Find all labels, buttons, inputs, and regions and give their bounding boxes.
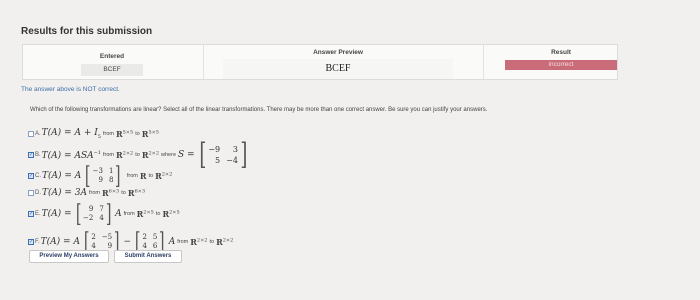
option-letter: E. — [35, 211, 41, 217]
option-d[interactable]: D. T(A) = 3A from R6×3 to R6×3 — [28, 188, 145, 198]
option-letter: F. — [35, 239, 40, 245]
matrix-cell: 2 — [142, 233, 147, 241]
option-a-checkbox[interactable] — [28, 130, 34, 137]
s-label: S = — [178, 150, 195, 160]
to-word: to — [209, 239, 215, 245]
domain-space: R6×3 — [102, 188, 120, 198]
to-word: to — [135, 152, 140, 158]
matrix-s: [ −9 3 5 −4 ] — [198, 137, 248, 172]
option-expression: T(A) = A — [42, 171, 82, 181]
preview-answers-button[interactable]: Preview My Answers — [29, 250, 109, 263]
results-table: Entered BCEF Answer Preview BCEF Result … — [22, 44, 618, 80]
entered-header: Entered — [99, 53, 125, 60]
domain-space: R — [139, 171, 147, 181]
option-e-checkbox[interactable]: ✓ — [28, 211, 34, 217]
option-letter: A. — [35, 130, 41, 137]
from-word: from — [89, 190, 101, 196]
matrix-cell: 2 — [91, 233, 96, 241]
from-word: from — [102, 130, 114, 137]
answer-preview-header: Answer Preview — [313, 49, 363, 56]
codomain-space: R5×5 — [141, 128, 159, 139]
matrix: [ −3 1 9 8 ] — [85, 162, 121, 190]
page-heading: Results for this submission — [21, 26, 153, 37]
matrix-cell: 9 — [98, 176, 103, 184]
matrix-cell: 5 — [152, 233, 158, 241]
matrix-cell: 8 — [109, 176, 114, 184]
to-word: to — [155, 211, 161, 217]
status-message: The answer above is NOT correct. — [21, 86, 120, 93]
to-word: to — [121, 190, 126, 196]
option-c-checkbox[interactable]: ✓ — [28, 173, 34, 179]
where-word: where — [161, 152, 177, 158]
option-tail: A — [168, 237, 176, 247]
table-divider — [203, 45, 204, 79]
domain-space: R2×5 — [136, 209, 154, 219]
matrix-cell: 7 — [99, 205, 104, 213]
result-header: Result — [551, 49, 571, 56]
option-c[interactable]: ✓ C. T(A) = A [ −3 1 9 8 ] from R to R2×… — [28, 164, 172, 188]
matrix-cell: −5 — [101, 233, 113, 241]
option-expression: T(A) = 3A — [42, 188, 88, 198]
entered-value: BCEF — [81, 64, 143, 76]
codomain-space: R6×3 — [127, 188, 146, 198]
codomain-space: R2×2 — [216, 237, 234, 247]
domain-space: R5×5 — [115, 128, 134, 139]
to-word: to — [135, 130, 140, 137]
from-word: from — [177, 239, 189, 245]
table-divider — [483, 45, 484, 79]
from-word: from — [103, 152, 114, 158]
answer-preview-value: BCEF — [223, 59, 453, 79]
question-text: Which of the following transformations a… — [30, 107, 488, 113]
codomain-space: R2×2 — [155, 171, 173, 181]
from-word: from — [123, 211, 135, 217]
option-expression: T(A) = A — [40, 237, 80, 247]
option-b-checkbox[interactable]: ✓ — [28, 152, 34, 158]
option-e[interactable]: ✓ E. T(A) = [ 9 7 −2 4 ] A from R2×5 to … — [28, 202, 180, 226]
option-expression: T(A) = A + I5 — [41, 128, 101, 140]
option-tail: A — [115, 209, 122, 219]
codomain-space: R2×5 — [162, 209, 180, 219]
submit-answers-button[interactable]: Submit Answers — [114, 250, 182, 263]
matrix-cell: 3 — [232, 145, 238, 154]
domain-space: R2×2 — [190, 237, 208, 247]
matrix-cell: −9 — [208, 145, 221, 154]
result-badge: incorrect — [505, 60, 617, 70]
option-letter: D. — [35, 190, 41, 196]
option-letter: B. — [35, 152, 41, 158]
domain-space: R2×2 — [116, 150, 134, 160]
matrix-cell: −4 — [226, 156, 238, 165]
matrix-cell: 1 — [109, 167, 114, 175]
matrix-cell: 5 — [215, 156, 221, 165]
option-d-checkbox[interactable] — [28, 190, 34, 196]
matrix: [ 9 7 −2 4 ] — [75, 200, 112, 228]
matrix-cell: 4 — [99, 214, 104, 222]
option-expression: T(A) = — [41, 209, 72, 219]
matrix-cell: 9 — [88, 205, 94, 213]
matrix-cell: −2 — [82, 214, 94, 222]
from-word: from — [126, 173, 138, 179]
option-letter: C. — [35, 173, 41, 179]
option-f-checkbox[interactable]: ✓ — [28, 239, 34, 245]
option-expression: T(A) = ASA−1 — [41, 149, 101, 161]
minus-sign: − — [123, 237, 132, 247]
to-word: to — [148, 173, 154, 179]
matrix-cell: −3 — [92, 167, 103, 175]
option-a[interactable]: A. T(A) = A + I5 from R5×5 to R5×5 — [28, 128, 159, 140]
codomain-space: R2×2 — [141, 150, 160, 160]
